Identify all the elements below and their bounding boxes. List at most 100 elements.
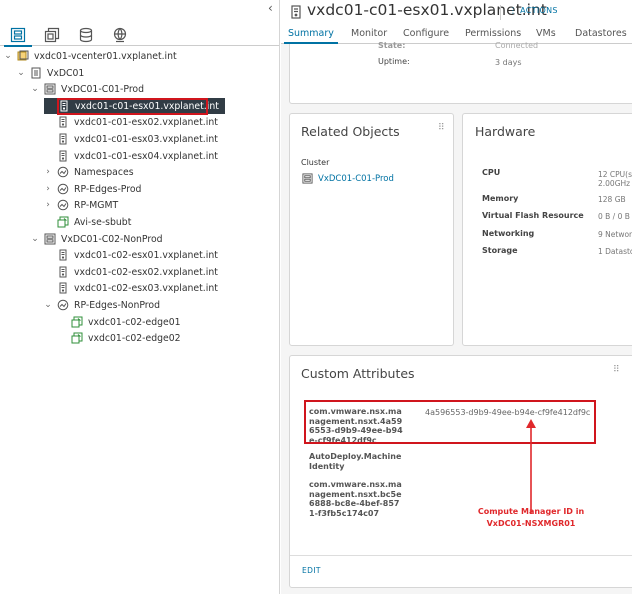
tree-item[interactable]: ⌄ VxDC01 bbox=[16, 65, 84, 81]
tree-item-label: vxdc01-c01-esx02.vxplanet.int bbox=[74, 116, 218, 128]
tab-summary[interactable]: Summary bbox=[284, 28, 338, 44]
tree-item[interactable]: vxdc01-c02-edge02 bbox=[57, 330, 181, 346]
custom-attributes-title: Custom Attributes bbox=[301, 366, 415, 381]
tree-item-label: vxdc01-c01-esx04.vxplanet.int bbox=[74, 150, 218, 162]
tree-item[interactable]: › RP-Edges-Prod bbox=[43, 181, 141, 197]
cpu-value: 12 CPU(s) bbox=[598, 170, 632, 179]
annotation-line-1: Compute Manager ID in bbox=[477, 507, 585, 516]
tree-item[interactable]: vxdc01-c01-esx04.vxplanet.int bbox=[43, 148, 218, 164]
tree-item[interactable]: vxdc01-c02-esx01.vxplanet.int bbox=[43, 247, 218, 263]
vms-templates-tab[interactable] bbox=[40, 25, 64, 45]
drag-handle-icon[interactable]: ⠿ bbox=[613, 365, 620, 375]
tree-item-label: vxdc01-vcenter01.vxplanet.int bbox=[34, 50, 177, 62]
expand-chevron-icon[interactable]: ⌄ bbox=[3, 51, 13, 61]
host-icon bbox=[291, 5, 301, 19]
edit-attributes-button[interactable]: EDIT bbox=[302, 566, 321, 575]
uptime-value: 3 days bbox=[495, 58, 522, 67]
storage-label: Storage bbox=[482, 246, 518, 255]
virtual-flash-label: Virtual Flash Resource bbox=[482, 211, 584, 220]
cluster-icon bbox=[44, 233, 56, 245]
tree-item[interactable]: › Namespaces bbox=[43, 164, 134, 180]
tree-item[interactable]: vxdc01-c02-esx03.vxplanet.int bbox=[43, 280, 218, 296]
host-icon bbox=[57, 266, 69, 278]
tree-item-label: RP-MGMT bbox=[74, 199, 119, 211]
tree-item[interactable]: › RP-MGMT bbox=[43, 197, 118, 213]
vms-templates-icon bbox=[44, 27, 60, 43]
tab-vms[interactable]: VMs bbox=[536, 28, 556, 39]
tree-item-label: VxDC01-C02-NonProd bbox=[61, 233, 163, 245]
tree-item-label: vxdc01-c02-esx03.vxplanet.int bbox=[74, 282, 218, 294]
tree-item[interactable]: ⌄ VxDC01-C02-NonProd bbox=[30, 231, 163, 247]
tree-item-label: RP-Edges-Prod bbox=[74, 183, 142, 195]
networking-tab[interactable] bbox=[108, 25, 132, 45]
expand-chevron-icon[interactable]: ⌄ bbox=[16, 68, 26, 78]
storage-tab[interactable] bbox=[74, 25, 98, 45]
expand-chevron-icon[interactable]: › bbox=[43, 167, 53, 177]
tab-monitor[interactable]: Monitor bbox=[351, 28, 387, 39]
related-objects-title: Related Objects bbox=[301, 124, 400, 139]
datacenter-icon bbox=[30, 67, 42, 79]
storage-value[interactable]: 1 Datastore bbox=[598, 247, 632, 256]
tab-configure[interactable]: Configure bbox=[403, 28, 449, 39]
uptime-label: Uptime: bbox=[378, 57, 410, 66]
host-summary-panel: vxdc01-c01-esx01.vxplanet.int ⋮ ACTIONS … bbox=[281, 0, 632, 594]
cluster-icon bbox=[44, 83, 56, 95]
header-divider bbox=[500, 5, 501, 20]
card-divider bbox=[290, 555, 632, 556]
drag-handle-icon[interactable]: ⠿ bbox=[438, 123, 445, 133]
tree-item-label: Namespaces bbox=[74, 166, 134, 178]
expand-chevron-icon[interactable]: ⌄ bbox=[30, 234, 40, 244]
tree-item-label: vxdc01-c01-esx01.vxplanet.int bbox=[75, 100, 219, 112]
tree-item[interactable]: Avi-se-sbubt bbox=[43, 214, 131, 230]
hardware-title: Hardware bbox=[475, 124, 536, 139]
tab-datastores[interactable]: Datastores bbox=[575, 28, 627, 39]
tree-item-selected-host[interactable]: vxdc01-c01-esx01.vxplanet.int bbox=[44, 98, 225, 114]
resource-pool-icon bbox=[57, 166, 69, 178]
expand-chevron-icon[interactable]: › bbox=[43, 200, 53, 210]
tree-item[interactable]: ⌄ vxdc01-vcenter01.vxplanet.int bbox=[3, 48, 177, 64]
state-label: State: bbox=[378, 41, 406, 50]
inventory-panel: ‹ ⌄ vxdc01-vcenter01.vxplanet.int ⌄ VxDC01 ⌄… bbox=[0, 0, 280, 594]
collapse-panel-button[interactable]: ‹ bbox=[268, 1, 273, 15]
expand-chevron-icon[interactable]: ⌄ bbox=[43, 300, 53, 310]
virtual-flash-value: 0 B / 0 B bbox=[598, 212, 630, 221]
tab-permissions[interactable]: Permissions bbox=[465, 28, 521, 39]
networking-icon bbox=[113, 27, 127, 43]
cpu-speed-value: 2.00GHz bbox=[598, 179, 631, 188]
attribute-name: com.vmware.nsx.management.nsxt.bc5e6888-… bbox=[309, 480, 402, 518]
resource-pool-icon bbox=[57, 183, 69, 195]
tree-item[interactable]: vxdc01-c02-edge01 bbox=[57, 314, 181, 330]
expand-chevron-icon[interactable]: › bbox=[43, 184, 53, 194]
host-icon bbox=[57, 249, 69, 261]
cluster-link[interactable]: VxDC01-C01-Prod bbox=[318, 174, 394, 184]
actions-menu-button[interactable]: ⋮ ACTIONS bbox=[509, 6, 558, 15]
tree-item[interactable]: vxdc01-c01-esx03.vxplanet.int bbox=[43, 131, 218, 147]
cluster-label: Cluster bbox=[301, 158, 330, 167]
vm-icon bbox=[57, 216, 69, 228]
object-header: vxdc01-c01-esx01.vxplanet.int ⋮ ACTIONS … bbox=[281, 0, 632, 44]
tree-item[interactable]: ⌄ RP-Edges-NonProd bbox=[43, 297, 160, 313]
tree-item[interactable]: vxdc01-c02-esx02.vxplanet.int bbox=[43, 264, 218, 280]
vcenter-icon bbox=[17, 50, 29, 62]
hosts-clusters-icon bbox=[10, 27, 26, 43]
tree-item-label: vxdc01-c01-esx03.vxplanet.int bbox=[74, 133, 218, 145]
networking-value[interactable]: 9 Networks bbox=[598, 230, 632, 239]
host-icon bbox=[57, 116, 69, 128]
annotation-line-2: VxDC01-NSXMGR01 bbox=[486, 519, 576, 528]
tree-item[interactable]: vxdc01-c01-esx02.vxplanet.int bbox=[43, 114, 218, 130]
memory-value: 128 GB bbox=[598, 195, 626, 204]
related-objects-card: Related Objects ⠿ Cluster VxDC01-C01-Pro… bbox=[289, 113, 454, 346]
tree-item[interactable]: ⌄ VxDC01-C01-Prod bbox=[30, 81, 144, 97]
expand-chevron-icon[interactable]: ⌄ bbox=[30, 84, 40, 94]
resource-pool-icon bbox=[57, 199, 69, 211]
state-value: Connected bbox=[495, 41, 539, 50]
tree-item-label: Avi-se-sbubt bbox=[74, 216, 132, 228]
inventory-tabs bbox=[0, 22, 279, 47]
annotation-arrow bbox=[526, 419, 536, 514]
hosts-clusters-tab[interactable] bbox=[4, 25, 32, 47]
host-summary-card: State: Connected Uptime: 3 days bbox=[289, 41, 632, 104]
host-icon bbox=[57, 133, 69, 145]
host-icon bbox=[58, 100, 70, 112]
tree-item-label: VxDC01 bbox=[47, 67, 85, 79]
cluster-icon bbox=[302, 173, 313, 184]
